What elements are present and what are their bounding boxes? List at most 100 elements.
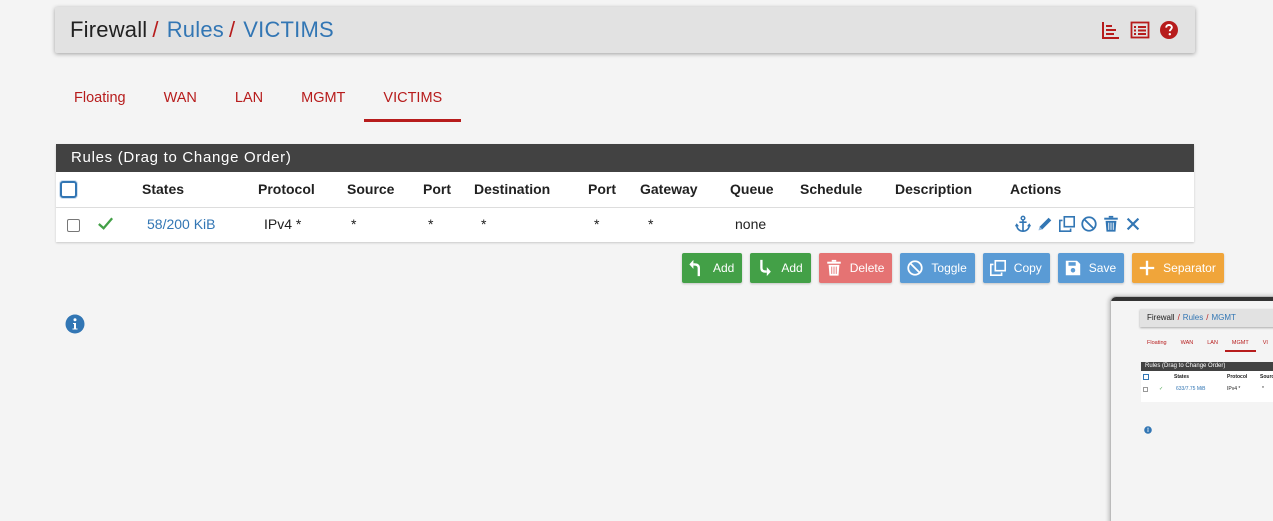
rule-protocol: IPv4 *: [264, 215, 302, 232]
header-panel: Firewall / Rules / VICTIMS: [55, 7, 1195, 53]
rule-destination-port: *: [594, 215, 600, 232]
save-button[interactable]: Save: [1057, 253, 1125, 283]
thumbnail-tabs: Floating WAN LAN MGMT VI: [1140, 339, 1273, 352]
thumbnail-checkbox: [1143, 387, 1148, 392]
thumbnail-tab: WAN: [1180, 340, 1194, 346]
rule-actions: [1014, 215, 1194, 233]
rule-destination: *: [481, 215, 487, 232]
copy-icon[interactable]: [1058, 215, 1076, 233]
list-icon[interactable]: [1130, 20, 1150, 40]
column-schedule: Schedule: [800, 172, 895, 208]
toggle-label: Toggle: [931, 261, 967, 275]
add-rule-bottom-label: Add: [781, 261, 803, 275]
interface-tabs: Floating WAN LAN MGMT VICTIMS: [55, 80, 462, 124]
chart-icon[interactable]: [1101, 20, 1121, 40]
help-icon[interactable]: [1159, 20, 1179, 40]
thumbnail-topbar: [1111, 297, 1273, 301]
thumbnail-row-source: *: [1262, 386, 1264, 392]
select-all-checkbox[interactable]: [60, 181, 77, 199]
rule-source: *: [351, 215, 357, 232]
copy-button[interactable]: Copy: [982, 253, 1050, 283]
delete-button[interactable]: Delete: [818, 253, 893, 283]
thumbnail-table-row: ✓ 633/7.75 MiB IPv4 * *: [1141, 383, 1273, 395]
firewall-rules-page: Firewall / Rules / VICTIMS Floating WAN …: [0, 0, 1273, 521]
thumbnail-panel-title: Rules (Drag to Change Order): [1141, 362, 1273, 371]
table-row[interactable]: 58/200 KiB IPv4 * * * * * * none: [56, 207, 1194, 240]
breadcrumb-separator: /: [228, 17, 236, 42]
column-actions: Actions: [1010, 172, 1194, 208]
column-queue: Queue: [730, 172, 800, 208]
thumbnail-info-icon: [1144, 426, 1152, 434]
trash-icon[interactable]: [1102, 215, 1120, 233]
plus-icon: [1139, 260, 1155, 276]
rule-description: [895, 207, 1010, 240]
header-icons: [1101, 20, 1179, 40]
tab-mgmt[interactable]: MGMT: [282, 80, 364, 122]
add-rule-top-label: Add: [713, 261, 735, 275]
save-icon: [1065, 260, 1080, 276]
info-icon[interactable]: [65, 314, 85, 334]
column-source: Source: [347, 172, 423, 208]
rule-queue: none: [735, 215, 767, 232]
thumbnail-breadcrumb: Firewall / Rules / MGMT: [1140, 309, 1273, 327]
breadcrumb-rules-link[interactable]: Rules: [167, 17, 224, 42]
tab-lan[interactable]: LAN: [216, 80, 282, 122]
delete-label: Delete: [849, 261, 885, 275]
screenshot-thumbnail[interactable]: Firewall / Rules / MGMT Floating WAN LAN MGM…: [1110, 296, 1273, 521]
thumbnail-col-states: States: [1174, 374, 1190, 380]
copy-label: Copy: [1013, 261, 1042, 275]
thumbnail-tab: VI: [1262, 340, 1268, 346]
thumbnail-check-icon: ✓: [1159, 386, 1164, 392]
thumbnail-tab: Floating: [1147, 340, 1167, 346]
thumbnail-col-source: Sourc: [1260, 374, 1273, 380]
thumbnail-header-row: States Protocol Sourc: [1141, 371, 1273, 383]
table-header-row: States Protocol Source Port Destination …: [56, 172, 1194, 208]
tab-wan[interactable]: WAN: [145, 80, 216, 122]
copy-icon: [989, 259, 1006, 277]
tab-floating[interactable]: Floating: [55, 80, 145, 122]
thumbnail-crumb-sep: /: [1206, 313, 1209, 322]
thumbnail-crumb-section: Rules: [1182, 313, 1204, 322]
rule-action-buttons: Add Add Delete Toggle Copy Save Separato…: [682, 253, 1224, 283]
toggle-button[interactable]: Toggle: [900, 253, 975, 283]
rule-gateway: *: [648, 215, 654, 232]
add-rule-bottom-button[interactable]: Add: [750, 253, 811, 283]
pencil-icon[interactable]: [1036, 215, 1054, 233]
add-rule-top-button[interactable]: Add: [682, 253, 743, 283]
thumbnail-tab: LAN: [1207, 340, 1218, 346]
thumbnail-row-protocol: IPv4 *: [1227, 386, 1241, 392]
rule-source-port: *: [428, 215, 434, 232]
column-source-port: Port: [423, 172, 474, 208]
thumbnail-rules-panel: Rules (Drag to Change Order) States Prot…: [1141, 362, 1273, 402]
thumbnail-tab: MGMT: [1224, 339, 1256, 352]
rules-table: States Protocol Source Port Destination …: [56, 172, 1194, 240]
rule-states-link[interactable]: 58/200 KiB: [147, 216, 216, 232]
arrow-down-icon: [760, 259, 772, 277]
trash-icon: [826, 259, 841, 276]
breadcrumb: Firewall / Rules / VICTIMS: [70, 17, 334, 43]
delete-x-icon[interactable]: [1124, 215, 1142, 233]
tab-victims[interactable]: VICTIMS: [364, 80, 462, 122]
thumbnail-crumb-current: MGMT: [1211, 313, 1236, 322]
column-description: Description: [895, 172, 1010, 208]
breadcrumb-firewall: Firewall: [70, 17, 148, 42]
thumbnail-row-states: 633/7.75 MiB: [1176, 386, 1206, 392]
column-protocol: Protocol: [258, 172, 347, 208]
column-destination-port: Port: [588, 172, 640, 208]
check-icon[interactable]: [96, 214, 115, 233]
breadcrumb-victims-link[interactable]: VICTIMS: [243, 17, 334, 42]
disable-icon[interactable]: [1080, 215, 1098, 233]
separator-label: Separator: [1163, 261, 1216, 275]
separator-button[interactable]: Separator: [1132, 253, 1224, 283]
arrow-up-icon: [689, 259, 700, 277]
save-label: Save: [1088, 261, 1117, 275]
thumbnail-crumb-root: Firewall: [1147, 313, 1175, 322]
thumbnail-crumb-sep: /: [1177, 313, 1180, 322]
column-gateway: Gateway: [640, 172, 730, 208]
thumbnail-checkbox: [1143, 374, 1149, 380]
anchor-icon[interactable]: [1014, 215, 1032, 233]
rule-select-checkbox[interactable]: [67, 218, 80, 232]
ban-icon: [907, 260, 924, 276]
thumbnail-col-protocol: Protocol: [1227, 374, 1248, 380]
column-states: States: [142, 172, 258, 208]
